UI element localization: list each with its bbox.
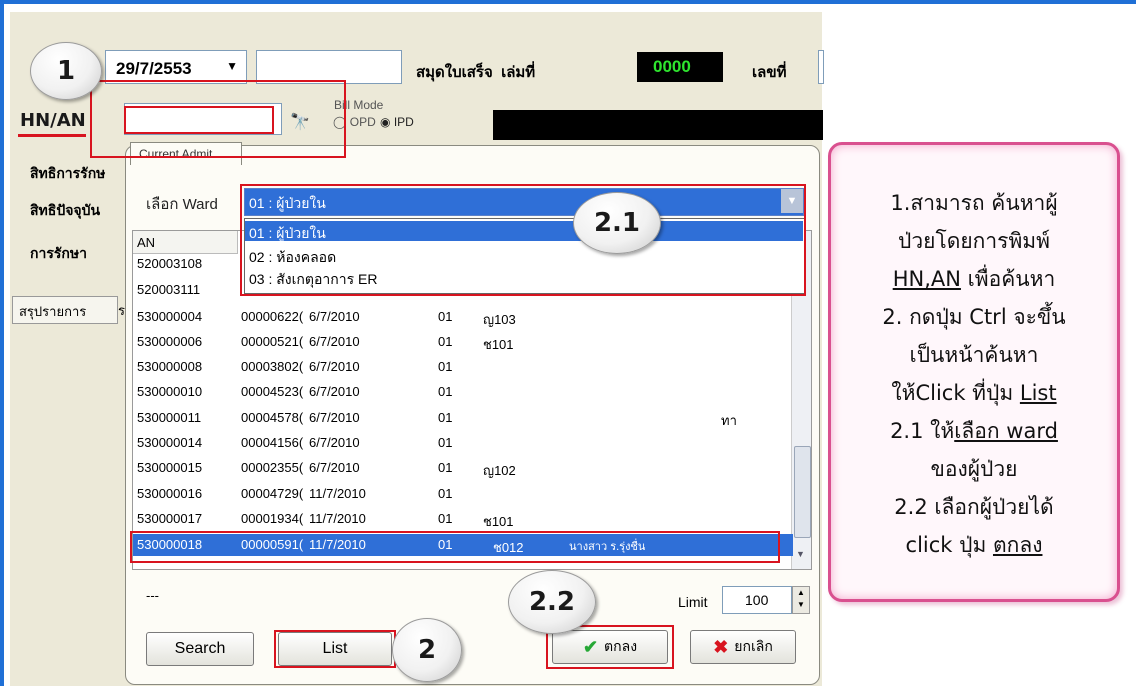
hn-underline [18, 134, 86, 137]
note-line: 2.2 เลือกผู้ป่วยได้ [894, 495, 1054, 519]
callout-step-2: 2 [392, 618, 462, 682]
ipd-radio[interactable]: ◉ IPD [380, 115, 414, 129]
limit-label: Limit [678, 594, 708, 610]
table-row[interactable]: 530000015 00002355(6/7/2010 01 ญ102 [133, 457, 793, 478]
stepper-arrows-icon[interactable]: ▲ ▼ [792, 586, 810, 614]
side-label-right: สิทธิการรักษ [30, 165, 106, 181]
highlight-selected-row [130, 531, 780, 563]
column-header-an: AN [133, 231, 238, 254]
side-label-current: สิทธิปัจจุบัน [30, 202, 101, 218]
receipt-no-label: เลขที่ [752, 64, 787, 81]
book-number-display: 0000 [637, 52, 723, 82]
note-line: HN,AN เพื่อค้นหา [892, 267, 1056, 291]
note-line: 1.สามารถ ค้นหาผู้ [890, 191, 1058, 215]
tab-summary[interactable]: สรุปรายการ [12, 296, 118, 324]
callout-step-2-1: 2.1 [573, 192, 661, 254]
table-row[interactable]: 530000017 00001934(11/7/2010 01 ช101 [133, 508, 793, 529]
note-line: 2. กดปุ่ม Ctrl จะขึ้น [882, 305, 1066, 329]
table-row[interactable]: 530000008 00003802(6/7/2010 01 [133, 356, 793, 377]
patient-info-bar [493, 110, 823, 140]
status-dash: --- [146, 588, 159, 603]
table-row[interactable]: 530000016 00004729(11/7/2010 01 [133, 483, 793, 504]
cancel-button[interactable]: ✖ ยกเลิก [690, 630, 796, 664]
search-button[interactable]: Search [146, 632, 254, 666]
note-line: ป่วยโดยการพิมพ์ [898, 229, 1050, 253]
highlight-ward [240, 184, 806, 296]
scrollbar-thumb[interactable] [794, 446, 811, 538]
hn-an-label: HN/AN [20, 110, 86, 131]
highlight-hn-input [124, 106, 274, 134]
tab-summary-2[interactable]: ร [118, 300, 125, 321]
note-line: ของผู้ป่วย [930, 457, 1018, 481]
receipt-book-label: สมุดใบเสร็จ เล่มที่ [416, 64, 536, 81]
callout-step-1: 1 [30, 42, 102, 100]
limit-stepper[interactable]: 100 [722, 586, 792, 614]
receipt-field[interactable] [256, 50, 402, 84]
table-row[interactable]: 530000010 00004523(6/7/2010 01 [133, 381, 793, 402]
note-line: ให้Click ที่ปุ่ม List [891, 381, 1057, 405]
table-row[interactable]: 530000014 00004156(6/7/2010 01 [133, 432, 793, 453]
note-line: เป็นหน้าค้นหา [909, 343, 1039, 367]
date-value: 29/7/2553 [116, 59, 192, 78]
close-icon: ✖ [713, 636, 729, 657]
table-row[interactable]: 530000011 00004578(6/7/2010 01 ทา [133, 407, 793, 428]
ward-label: เลือก Ward [146, 196, 218, 213]
note-line: click ปุ่ม ตกลง [905, 533, 1043, 557]
chevron-down-icon[interactable]: ▼ [226, 59, 238, 73]
instruction-note: 1.สามารถ ค้นหาผู้ ป่วยโดยการพิมพ์ HN,AN … [828, 142, 1120, 602]
note-line: 2.1 ให้เลือก ward [890, 419, 1058, 443]
date-picker[interactable]: 29/7/2553 ▼ [105, 50, 247, 84]
callout-step-2-2: 2.2 [508, 570, 596, 634]
scroll-down-icon[interactable]: ▼ [796, 549, 805, 559]
table-row[interactable]: 530000006 00000521(6/7/2010 01 ช101 [133, 331, 793, 352]
table-row[interactable]: 530000004 00000622(6/7/2010 01 ญ103 [133, 306, 793, 327]
side-label-treatment: การรักษา [30, 245, 87, 261]
receipt-no-field[interactable] [818, 50, 824, 84]
highlight-list-button [274, 630, 396, 668]
